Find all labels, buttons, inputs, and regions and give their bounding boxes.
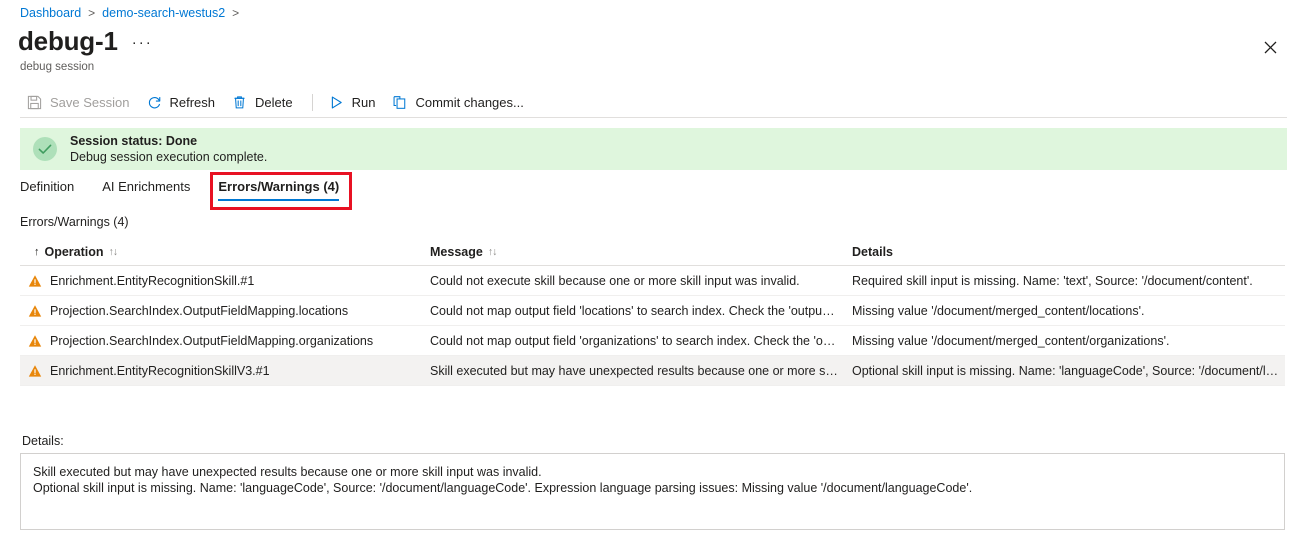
- cell-message: Could not map output field 'locations' t…: [430, 303, 838, 318]
- details-line: Optional skill input is missing. Name: '…: [33, 481, 973, 496]
- tab-list: Definition AI Enrichments Errors/Warning…: [20, 176, 353, 203]
- cell-operation: Enrichment.EntityRecognitionSkillV3.#1: [20, 364, 416, 378]
- table-row[interactable]: Projection.SearchIndex.OutputFieldMappin…: [20, 326, 1285, 356]
- tab-definition-label: Definition: [20, 179, 75, 194]
- errors-warnings-table: ↑ Operation ↑↓ Message ↑↓ Details Enrich…: [20, 238, 1285, 386]
- status-banner: Session status: Done Debug session execu…: [20, 128, 1287, 170]
- breadcrumb-item-dashboard[interactable]: Dashboard: [20, 6, 81, 20]
- column-header-operation-label: Operation: [44, 244, 104, 259]
- table-row[interactable]: Enrichment.EntityRecognitionSkill.#1 Cou…: [20, 266, 1285, 296]
- cell-details: Optional skill input is missing. Name: '…: [852, 363, 1279, 378]
- trash-icon: [231, 94, 248, 111]
- page-subtitle: debug session: [20, 61, 95, 73]
- run-label: Run: [351, 94, 376, 110]
- command-toolbar: Save Session Refresh Delete Run Commit c…: [20, 88, 1287, 116]
- play-icon: [328, 94, 345, 111]
- operation-text: Enrichment.EntityRecognitionSkillV3.#1: [50, 363, 270, 378]
- refresh-label: Refresh: [169, 94, 216, 110]
- refresh-button[interactable]: Refresh: [140, 91, 226, 114]
- page-title-row: debug-1 ···: [18, 28, 153, 54]
- status-banner-title: Session status: Done: [70, 133, 198, 148]
- column-header-details-label: Details: [852, 244, 893, 259]
- cell-operation: Projection.SearchIndex.OutputFieldMappin…: [20, 304, 416, 318]
- tab-ai-enrichments-label: AI Enrichments: [102, 179, 191, 194]
- success-check-icon: [32, 136, 58, 162]
- breadcrumb: Dashboard > demo-search-westus2 >: [20, 6, 239, 20]
- page-title: debug-1: [18, 26, 118, 56]
- run-button[interactable]: Run: [322, 91, 386, 114]
- operation-text: Enrichment.EntityRecognitionSkill.#1: [50, 273, 255, 288]
- more-options-icon[interactable]: ···: [132, 35, 153, 54]
- save-session-label: Save Session: [50, 94, 130, 110]
- toolbar-divider-rule: [20, 117, 1287, 118]
- refresh-icon: [146, 94, 163, 111]
- operation-text: Projection.SearchIndex.OutputFieldMappin…: [50, 303, 349, 318]
- cell-message: Could not execute skill because one or m…: [430, 273, 800, 288]
- status-banner-subtitle: Debug session execution complete.: [70, 150, 268, 164]
- warning-icon: [28, 364, 42, 378]
- cell-details: Required skill input is missing. Name: '…: [852, 273, 1253, 288]
- breadcrumb-separator-icon: >: [88, 6, 96, 20]
- tab-ai-enrichments[interactable]: AI Enrichments: [88, 176, 204, 203]
- breadcrumb-separator-icon-2: >: [232, 6, 240, 20]
- warning-icon: [28, 334, 42, 348]
- table-row[interactable]: Projection.SearchIndex.OutputFieldMappin…: [20, 296, 1285, 326]
- breadcrumb-item-service[interactable]: demo-search-westus2: [102, 6, 225, 20]
- cell-operation: Enrichment.EntityRecognitionSkill.#1: [20, 274, 416, 288]
- operation-text: Projection.SearchIndex.OutputFieldMappin…: [50, 333, 374, 348]
- commit-changes-label: Commit changes...: [415, 94, 524, 110]
- warning-icon: [28, 304, 42, 318]
- column-header-message-label: Message: [430, 244, 483, 259]
- save-icon: [26, 94, 43, 111]
- cell-operation: Projection.SearchIndex.OutputFieldMappin…: [20, 334, 416, 348]
- close-icon[interactable]: [1257, 34, 1283, 60]
- toolbar-divider: [311, 93, 313, 111]
- column-header-message[interactable]: Message ↑↓: [416, 245, 838, 259]
- sort-toggle-icon[interactable]: ↑↓: [109, 246, 118, 258]
- delete-label: Delete: [255, 94, 293, 110]
- column-header-details[interactable]: Details: [838, 245, 1285, 259]
- cell-details: Missing value '/document/merged_content/…: [852, 303, 1145, 318]
- copy-icon: [391, 94, 408, 111]
- tab-definition[interactable]: Definition: [20, 176, 88, 203]
- column-header-operation[interactable]: ↑ Operation ↑↓: [20, 245, 416, 259]
- commit-changes-button[interactable]: Commit changes...: [385, 91, 533, 114]
- tab-errors-warnings[interactable]: Errors/Warnings (4): [204, 176, 353, 203]
- sort-ascending-icon: ↑: [34, 245, 40, 258]
- details-line: Skill executed but may have unexpected r…: [33, 465, 542, 479]
- sort-toggle-icon-message[interactable]: ↑↓: [488, 246, 497, 258]
- details-panel-label: Details:: [22, 434, 64, 448]
- details-panel[interactable]: Skill executed but may have unexpected r…: [20, 453, 1285, 530]
- debug-session-page: Dashboard > demo-search-westus2 > debug-…: [0, 0, 1295, 544]
- delete-button[interactable]: Delete: [225, 91, 303, 114]
- cell-message: Skill executed but may have unexpected r…: [430, 363, 838, 378]
- table-row[interactable]: Enrichment.EntityRecognitionSkillV3.#1 S…: [20, 356, 1285, 386]
- tab-errors-warnings-label: Errors/Warnings (4): [218, 179, 340, 194]
- save-session-button[interactable]: Save Session: [20, 91, 140, 114]
- table-header-row: ↑ Operation ↑↓ Message ↑↓ Details: [20, 238, 1285, 266]
- cell-details: Missing value '/document/merged_content/…: [852, 333, 1170, 348]
- cell-message: Could not map output field 'organization…: [430, 333, 838, 348]
- warning-icon: [28, 274, 42, 288]
- section-title: Errors/Warnings (4): [20, 215, 129, 229]
